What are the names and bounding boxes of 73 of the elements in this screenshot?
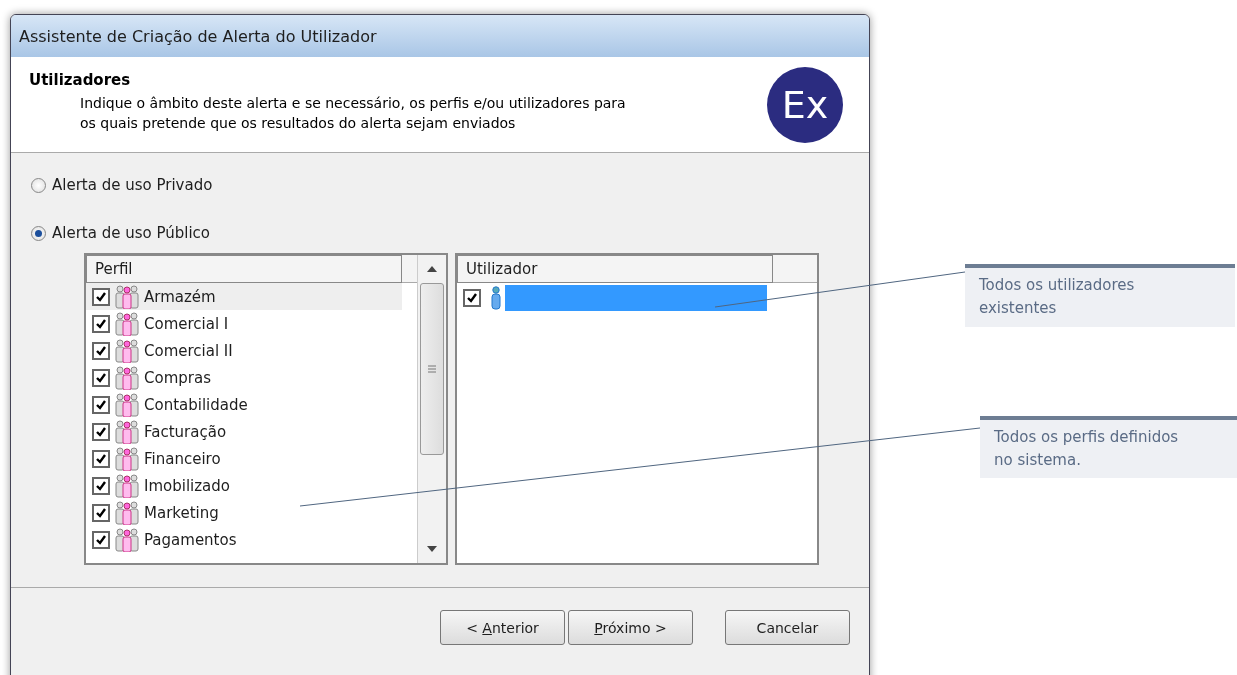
user-group-icon (112, 365, 142, 390)
page-description: Indique o âmbito deste alerta e se necessário, os perfis e/ou utilizadores para os quais pretende que os resultados do alerta sejam enviados (80, 94, 627, 133)
logo: Ex (767, 67, 843, 143)
user-icon (491, 286, 501, 310)
profile-name: Armazém (144, 287, 216, 306)
page-title: Utilizadores (29, 71, 132, 89)
radio-button[interactable] (31, 177, 46, 193)
callout-note: Todos os perfis definidos no sistema. (980, 416, 1237, 478)
profile-name: Compras (144, 368, 211, 387)
profile-name: Imobilizado (144, 476, 230, 495)
checkmark-icon (95, 479, 107, 492)
up-arrow-icon[interactable] (427, 266, 437, 272)
user-group-icon (112, 527, 142, 552)
user-group-icon (112, 338, 142, 363)
checkbox[interactable] (92, 314, 110, 333)
profile-name: Facturação (144, 422, 227, 441)
profile-name: Marketing (144, 503, 219, 522)
column-header[interactable]: Perfil (86, 255, 402, 283)
checkbox[interactable] (92, 530, 110, 549)
checkmark-icon (95, 371, 107, 384)
column-header[interactable]: Utilizador (457, 255, 773, 283)
scrollbar[interactable] (417, 255, 446, 563)
checkmark-icon (95, 452, 107, 465)
checkmark-icon (95, 425, 107, 438)
profile-row[interactable]: Pagamentos (86, 526, 402, 553)
user-group-icon (112, 446, 142, 471)
checkbox[interactable] (92, 476, 110, 495)
user-group-icon (112, 311, 142, 336)
checkbox[interactable] (92, 395, 110, 414)
user-group-icon (112, 284, 142, 309)
checkmark-icon (95, 344, 107, 357)
profile-name: Contabilidade (144, 395, 248, 414)
callout-note: Todos os utilizadores existentes (965, 264, 1235, 327)
profile-row[interactable]: Comercial I (86, 310, 402, 337)
profile-row[interactable]: Marketing (86, 499, 402, 526)
user-group-icon (112, 473, 142, 498)
checkbox[interactable] (92, 449, 110, 468)
checkbox[interactable] (92, 503, 110, 522)
profile-row[interactable]: Compras (86, 364, 402, 391)
checkmark-icon (95, 317, 107, 330)
checkbox[interactable] (92, 368, 110, 387)
profile-name: Financeiro (144, 449, 221, 468)
scroll-thumb[interactable] (420, 283, 444, 455)
profile-name: Pagamentos (144, 530, 237, 549)
grip-icon (428, 365, 436, 373)
profile-row[interactable]: Comercial II (86, 337, 402, 364)
profile-row[interactable]: Financeiro (86, 445, 402, 472)
user-group-icon (112, 500, 142, 525)
profile-row[interactable]: Armazém (86, 283, 402, 310)
profile-row[interactable]: Contabilidade (86, 391, 402, 418)
user-group-icon (112, 392, 142, 417)
radio-label[interactable]: Alerta de uso Privado (52, 176, 213, 194)
wizard-button[interactable]: Próximo > (568, 610, 693, 645)
checkbox[interactable] (92, 422, 110, 441)
checkmark-icon (95, 290, 107, 303)
down-arrow-icon[interactable] (427, 546, 437, 552)
profile-row[interactable]: Facturação (86, 418, 402, 445)
profile-name: Comercial II (144, 341, 233, 360)
radio-button[interactable] (31, 225, 46, 241)
radio-label[interactable]: Alerta de uso Público (52, 224, 211, 242)
window-title: Assistente de Criação de Alerta do Utilizador (11, 15, 869, 57)
checkmark-icon (95, 533, 107, 546)
checkbox[interactable] (92, 341, 110, 360)
profile-row[interactable]: Imobilizado (86, 472, 402, 499)
wizard-button[interactable]: < Anterior (440, 610, 565, 645)
checkbox[interactable] (463, 289, 481, 307)
checkmark-icon (95, 398, 107, 411)
checkbox[interactable] (92, 287, 110, 306)
checkmark-icon (466, 292, 478, 304)
checkmark-icon (95, 506, 107, 519)
profile-name: Comercial I (144, 314, 229, 333)
wizard-button[interactable]: Cancelar (725, 610, 850, 645)
user-group-icon (112, 419, 142, 444)
